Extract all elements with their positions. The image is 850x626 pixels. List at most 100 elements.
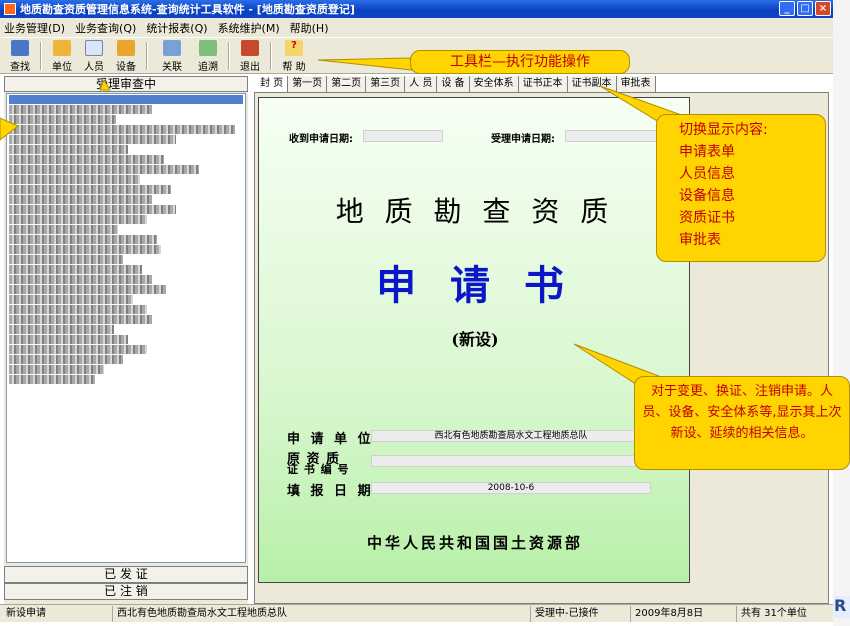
menu-reports[interactable]: 统计报表(Q)	[146, 20, 207, 36]
list-item[interactable]	[9, 295, 133, 304]
menu-bar: 业务管理(D) 业务查询(Q) 统计报表(Q) 系统维护(M) 帮助(H)	[0, 18, 833, 37]
list-item[interactable]	[9, 235, 157, 244]
doc-title: 地 质 勘 查 资 质	[335, 195, 615, 228]
unit-button[interactable]: 单位	[46, 39, 78, 73]
panel-footer-issued[interactable]: 已 发 证	[4, 566, 248, 583]
list-item[interactable]	[9, 315, 152, 324]
switch-callout: 切换显示内容: 申请表单 人员信息 设备信息 资质证书 审批表	[656, 114, 826, 262]
list-item[interactable]	[9, 205, 176, 214]
list-item[interactable]	[9, 145, 128, 154]
app-icon	[4, 3, 16, 15]
menu-query[interactable]: 业务查询(Q)	[75, 20, 136, 36]
fill-date-field[interactable]: 2008-10-6	[371, 482, 651, 494]
list-item[interactable]	[9, 165, 200, 174]
menu-help[interactable]: 帮助(H)	[290, 20, 329, 36]
trace-button[interactable]: 追溯	[192, 39, 224, 73]
list-item[interactable]	[9, 345, 148, 354]
tab-cert-original[interactable]: 证书正本	[518, 76, 568, 92]
list-item[interactable]	[9, 265, 143, 274]
list-item[interactable]	[9, 255, 124, 264]
applicant-label: 申 请 单 位	[287, 432, 374, 447]
person-button[interactable]: 人员	[78, 39, 110, 73]
doc-main-title: 申 请 书	[376, 262, 574, 309]
list-item[interactable]	[9, 245, 162, 254]
panel-header-pending[interactable]: 受理审查中	[4, 76, 248, 92]
tab-safety[interactable]: 安全体系	[469, 76, 519, 92]
title-bar: 地质勘查资质管理信息系统-查询统计工具软件 - [地质勘查资质登记] _ □ ×	[0, 0, 833, 18]
tab-personnel[interactable]: 人 员	[405, 76, 438, 92]
list-item[interactable]	[9, 155, 164, 164]
list-item[interactable]	[9, 375, 95, 384]
switch-callout-item: 审批表	[679, 232, 721, 248]
exit-button[interactable]: 退出	[234, 39, 266, 73]
list-item[interactable]	[9, 285, 167, 294]
maximize-button[interactable]: □	[797, 1, 813, 16]
tab-page1[interactable]: 第一页	[288, 76, 328, 92]
tab-page2[interactable]: 第二页	[327, 76, 367, 92]
switch-callout-title: 切换显示内容:	[679, 122, 768, 138]
list-item[interactable]	[9, 115, 117, 124]
list-item[interactable]	[9, 335, 128, 344]
switch-callout-item: 申请表单	[679, 144, 735, 160]
exit-door-icon	[241, 39, 259, 56]
menu-system[interactable]: 系统维护(M)	[218, 20, 280, 36]
tab-equipment[interactable]: 设 备	[437, 76, 470, 92]
list-item[interactable]	[9, 225, 119, 234]
list-item[interactable]	[9, 125, 236, 134]
list-item[interactable]	[9, 215, 148, 224]
status-state: 受理中-已接件	[530, 606, 599, 622]
relate-button[interactable]: 关联	[152, 39, 192, 73]
tab-strip: 封 页 第一页 第二页 第三页 人 员 设 备 安全体系 证书正本 证书副本 审…	[256, 76, 656, 92]
find-icon	[11, 39, 29, 56]
list-item[interactable]	[9, 185, 171, 194]
orig-cert-number-label: 证 书 编 号	[287, 463, 350, 476]
orig-cert-field[interactable]	[371, 455, 651, 467]
help-icon: ?	[285, 39, 303, 56]
gear-icon	[117, 39, 135, 56]
status-bar: 新设申请 西北有色地质勘查局水文工程地质总队 受理中-已接件 2009年8月8日…	[0, 604, 833, 622]
switch-callout-item: 资质证书	[679, 210, 735, 226]
list-item[interactable]	[9, 105, 152, 114]
menu-business[interactable]: 业务管理(D)	[4, 20, 65, 36]
window-title: 地质勘查资质管理信息系统-查询统计工具软件 - [地质勘查资质登记]	[20, 3, 355, 16]
list-item[interactable]	[9, 195, 152, 204]
list-item[interactable]	[9, 355, 124, 364]
applicant-field[interactable]: 西北有色地质勘查局水文工程地质总队	[371, 430, 651, 442]
logo-letter: R	[834, 596, 850, 618]
list-item[interactable]	[9, 175, 140, 184]
equipment-button[interactable]: 设备	[110, 39, 142, 73]
help-button[interactable]: ? 帮 助	[276, 39, 312, 73]
recv-date-field[interactable]	[363, 130, 443, 142]
application-cover: 收到申请日期: 受理申请日期: 地 质 勘 查 资 质 申 请 书 (新设) 申…	[258, 97, 690, 583]
panel-footer-cancelled[interactable]: 已 注 销	[4, 583, 248, 600]
left-panel: 受理审查中 已 发 证 已 注 销	[4, 76, 248, 604]
minimize-button[interactable]: _	[779, 1, 795, 16]
status-unit: 西北有色地质勘查局水文工程地质总队	[112, 606, 287, 622]
tab-page3[interactable]: 第三页	[366, 76, 406, 92]
status-date: 2009年8月8日	[630, 606, 703, 622]
status-count: 共有 31个单位	[736, 606, 807, 622]
recv-date-label: 收到申请日期:	[289, 134, 353, 145]
unit-list[interactable]	[6, 93, 246, 563]
list-item[interactable]	[9, 325, 114, 334]
close-button[interactable]: ×	[815, 1, 831, 16]
tab-cert-copy[interactable]: 证书副本	[567, 76, 617, 92]
list-item[interactable]	[9, 305, 148, 314]
tab-approval[interactable]: 审批表	[616, 76, 656, 92]
ministry-name: 中华人民共和国国土资源部	[366, 534, 583, 552]
find-button[interactable]: 查找	[4, 39, 36, 73]
right-edge-strip	[833, 0, 850, 626]
trace-icon	[199, 39, 217, 56]
list-item[interactable]	[9, 365, 105, 374]
list-item[interactable]	[9, 95, 243, 104]
status-type: 新设申请	[6, 608, 46, 619]
relate-icon	[163, 39, 181, 56]
list-item[interactable]	[9, 135, 176, 144]
note-callout: 对于变更、换证、注销申请。人员、设备、安全体系等,显示其上次新设、延续的相关信息…	[634, 376, 850, 470]
toolbar-callout: 工具栏—执行功能操作	[410, 50, 630, 74]
switch-callout-item: 人员信息	[679, 166, 735, 182]
switch-callout-item: 设备信息	[679, 188, 735, 204]
list-item[interactable]	[9, 275, 152, 284]
tab-cover[interactable]: 封 页	[256, 76, 289, 92]
document-icon	[85, 39, 103, 56]
